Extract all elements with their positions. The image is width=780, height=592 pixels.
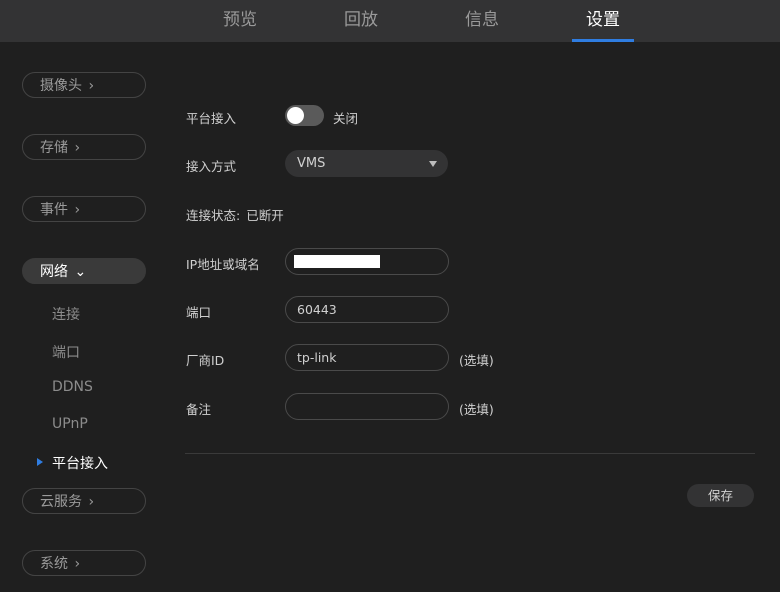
chevron-right-icon: › [74,202,81,218]
sidebar-item-label: 事件 [40,202,68,218]
sidebar-subitem-ddns[interactable]: DDNS [52,379,93,395]
sidebar-item-label: 摄像头 [40,78,82,94]
redacted-value [294,255,380,268]
tab-playback[interactable]: 回放 [330,0,392,42]
port-value: 60443 [297,302,337,317]
vendor-id-label: 厂商ID [186,353,225,368]
sidebar-item-label: 网络 [40,264,68,280]
form-divider [185,453,755,454]
top-nav-bar: 预览 回放 信息 设置 [0,0,780,42]
vendor-id-value: tp-link [297,350,337,365]
chevron-right-icon: › [88,494,95,510]
connection-status-label: 连接状态: 已断开 [186,208,284,223]
sidebar-subitem-connection[interactable]: 连接 [52,304,80,324]
access-mode-select[interactable]: VMS [285,150,448,177]
sidebar-item-label: 云服务 [40,494,82,510]
sidebar-subitem-upnp[interactable]: UPnP [52,416,88,432]
vendor-id-hint: (选填) [459,353,494,368]
sidebar-item-label: 系统 [40,556,68,572]
remark-hint: (选填) [459,402,494,417]
toggle-knob [287,107,304,124]
sidebar-item-network[interactable]: 网络 ⌄ [22,258,146,284]
sidebar-subitem-platform-access[interactable]: 平台接入 [52,453,108,473]
port-label: 端口 [186,305,212,320]
tab-settings[interactable]: 设置 [572,0,634,42]
sidebar-item-storage[interactable]: 存储 › [22,134,146,160]
chevron-down-icon: ⌄ [74,264,87,280]
ip-address-input[interactable] [285,248,449,275]
connection-status-value: 已断开 [246,208,284,223]
sidebar-item-system[interactable]: 系统 › [22,550,146,576]
dropdown-caret-icon [429,161,437,167]
remark-input[interactable] [285,393,449,420]
active-indicator-icon [37,458,43,466]
sidebar-subitem-port[interactable]: 端口 [52,342,80,362]
access-mode-label: 接入方式 [186,159,237,174]
sidebar-item-label: 存储 [40,140,68,156]
save-button[interactable]: 保存 [687,484,754,507]
sidebar-item-camera[interactable]: 摄像头 › [22,72,146,98]
tab-preview[interactable]: 预览 [209,0,271,42]
sidebar-item-event[interactable]: 事件 › [22,196,146,222]
vendor-id-input[interactable]: tp-link [285,344,449,371]
platform-access-toggle[interactable] [285,105,324,126]
chevron-right-icon: › [74,556,81,572]
chevron-right-icon: › [88,78,95,94]
remark-label: 备注 [186,402,212,417]
ip-address-label: IP地址或域名 [186,257,260,272]
access-mode-value: VMS [297,156,326,171]
sidebar-item-cloud[interactable]: 云服务 › [22,488,146,514]
tab-info[interactable]: 信息 [451,0,513,42]
port-input[interactable]: 60443 [285,296,449,323]
platform-access-label: 平台接入 [186,111,237,126]
platform-access-state: 关闭 [333,111,359,126]
chevron-right-icon: › [74,140,81,156]
settings-sidebar: 摄像头 › 存储 › 事件 › 网络 ⌄ 连接 端口 DDNS UPnP 平台接… [0,42,170,592]
